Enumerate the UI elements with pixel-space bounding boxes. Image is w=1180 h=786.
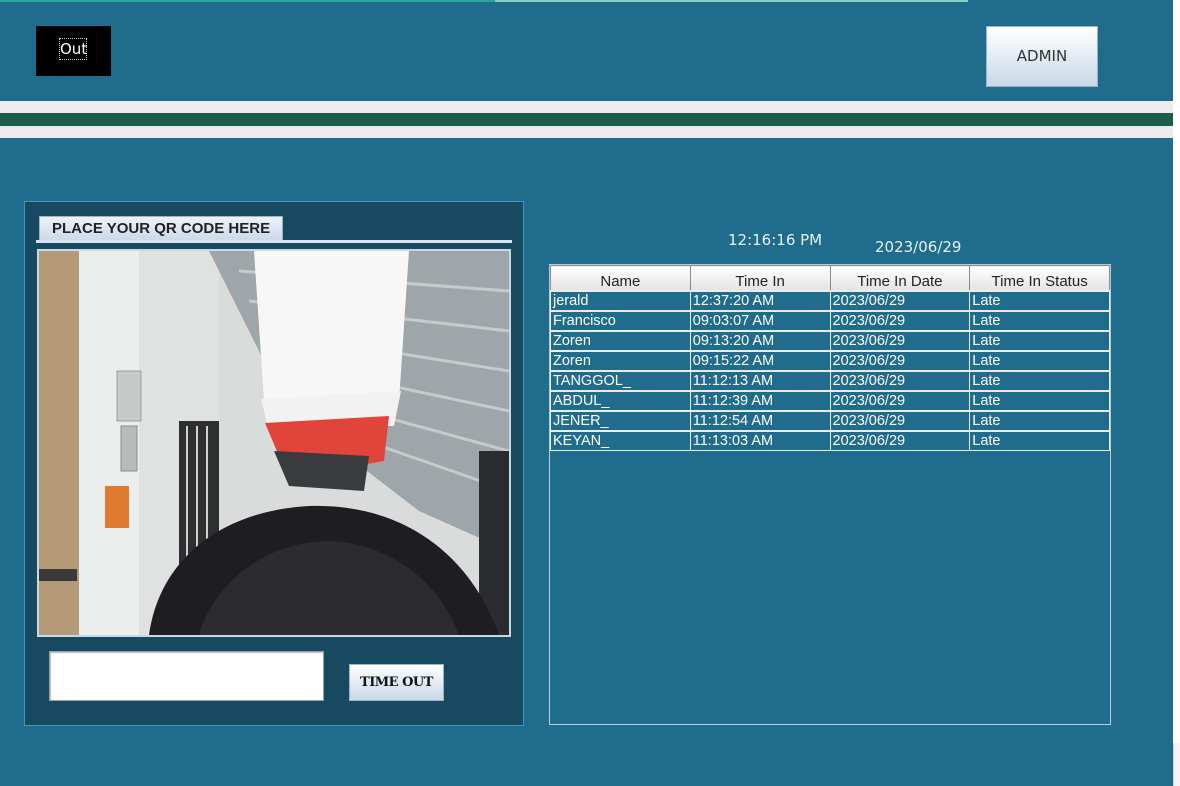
table-row[interactable]: jerald 12:37:20 AM 2023/06/29 Late — [550, 290, 1110, 312]
cell-name: Francisco — [550, 310, 691, 332]
cell-time-in-date: 2023/06/29 — [829, 310, 971, 332]
cell-name: Zoren — [550, 350, 691, 372]
table-row[interactable]: JENER_ 11:12:54 AM 2023/06/29 Late — [550, 410, 1110, 432]
cell-time-in-date: 2023/06/29 — [829, 290, 971, 312]
out-button-label: Out — [59, 38, 88, 60]
cell-time-in-date: 2023/06/29 — [829, 390, 971, 412]
tab-underline — [36, 240, 512, 243]
cell-name: Zoren — [550, 330, 691, 352]
divider-green — [0, 113, 1173, 126]
divider-light-bottom — [0, 126, 1173, 138]
column-header-time-in[interactable]: Time In — [689, 265, 831, 292]
cell-time-in: 09:13:20 AM — [689, 330, 831, 352]
table-header-row: Name Time In Time In Date Time In Status — [550, 265, 1110, 292]
top-accent-line-light — [495, 0, 968, 2]
cell-time-in: 09:15:22 AM — [689, 350, 831, 372]
main-window: Out ADMIN PLACE YOUR QR CODE HERE TIME O… — [0, 0, 1173, 786]
cell-time-in-status: Late — [969, 390, 1110, 412]
cell-time-in: 11:13:03 AM — [689, 430, 831, 451]
cell-name: jerald — [550, 290, 691, 312]
cell-name: TANGGOL_ — [550, 370, 691, 392]
table-row[interactable]: TANGGOL_ 11:12:13 AM 2023/06/29 Late — [550, 370, 1110, 392]
admin-button[interactable]: ADMIN — [986, 26, 1098, 87]
cell-time-in-date: 2023/06/29 — [829, 370, 971, 392]
cell-name: ABDUL_ — [550, 390, 691, 412]
table-row[interactable]: Francisco 09:03:07 AM 2023/06/29 Late — [550, 310, 1110, 332]
cell-time-in-status: Late — [969, 330, 1110, 352]
table-row[interactable]: ABDUL_ 11:12:39 AM 2023/06/29 Late — [550, 390, 1110, 412]
cell-time-in-status: Late — [969, 410, 1110, 432]
cell-time-in: 11:12:39 AM — [689, 390, 831, 412]
table-row[interactable]: Zoren 09:13:20 AM 2023/06/29 Late — [550, 330, 1110, 352]
column-header-time-in-status[interactable]: Time In Status — [969, 265, 1110, 292]
cell-time-in-date: 2023/06/29 — [829, 430, 971, 451]
cell-time-in-status: Late — [969, 310, 1110, 332]
cell-name: KEYAN_ — [550, 430, 691, 451]
table-row[interactable]: KEYAN_ 11:13:03 AM 2023/06/29 Late — [550, 430, 1110, 451]
cell-time-in-status: Late — [969, 430, 1110, 451]
window-edge-scrollbar — [1173, 743, 1180, 786]
camera-image — [39, 251, 509, 635]
qr-code-input[interactable] — [49, 651, 324, 701]
cell-time-in: 11:12:13 AM — [689, 370, 831, 392]
column-header-time-in-date[interactable]: Time In Date — [829, 265, 971, 292]
divider-light-top — [0, 101, 1173, 113]
cell-time-in: 11:12:54 AM — [689, 410, 831, 432]
cell-time-in: 09:03:07 AM — [689, 310, 831, 332]
clock-date: 2023/06/29 — [875, 238, 962, 256]
cell-time-in-date: 2023/06/29 — [829, 350, 971, 372]
column-header-name[interactable]: Name — [550, 265, 691, 292]
tab-qr-scanner[interactable]: PLACE YOUR QR CODE HERE — [39, 216, 283, 242]
cell-time-in-status: Late — [969, 290, 1110, 312]
attendance-table: Name Time In Time In Date Time In Status… — [550, 265, 1110, 451]
attendance-table-container[interactable]: Name Time In Time In Date Time In Status… — [549, 264, 1111, 725]
table-row[interactable]: Zoren 09:15:22 AM 2023/06/29 Late — [550, 350, 1110, 372]
cell-time-in-date: 2023/06/29 — [829, 410, 971, 432]
out-button[interactable]: Out — [36, 26, 111, 76]
cell-name: JENER_ — [550, 410, 691, 432]
camera-feed — [37, 249, 511, 637]
cell-time-in-status: Late — [969, 370, 1110, 392]
cell-time-in-status: Late — [969, 350, 1110, 372]
clock-time: 12:16:16 PM — [728, 231, 823, 249]
time-out-button[interactable]: TIME OUT — [349, 664, 444, 701]
cell-time-in-date: 2023/06/29 — [829, 330, 971, 352]
cell-time-in: 12:37:20 AM — [689, 290, 831, 312]
